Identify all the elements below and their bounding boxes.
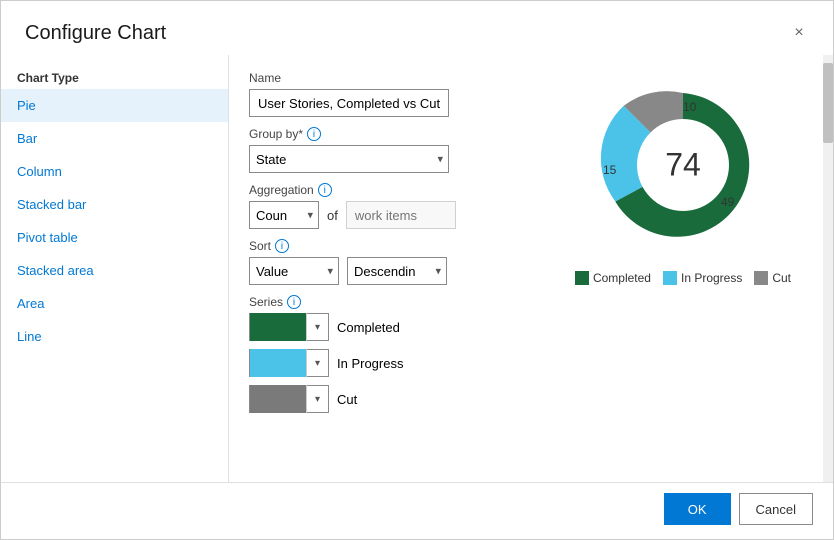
chart-preview: 10 15 49 74 Completed In Progress Cut	[543, 55, 823, 482]
chart-type-sidebar: Chart Type Pie Bar Column Stacked bar Pi…	[1, 55, 229, 482]
sort-row: Value Descendin	[249, 257, 523, 285]
sidebar-item-line[interactable]: Line	[1, 320, 228, 353]
name-section: Name	[249, 71, 523, 117]
completed-swatch-arrow[interactable]: ▾	[306, 313, 328, 341]
legend-completed: Completed	[575, 271, 651, 285]
donut-chart: 10 15 49 74	[593, 75, 773, 255]
in-progress-color-swatch	[250, 349, 306, 377]
sidebar-item-stacked-area[interactable]: Stacked area	[1, 254, 228, 287]
cut-swatch-arrow[interactable]: ▾	[306, 385, 328, 413]
aggregation-section: Aggregation i Coun of	[249, 183, 523, 229]
series-row-cut: ▾ Cut	[249, 385, 523, 413]
work-items-input[interactable]	[346, 201, 456, 229]
in-progress-series-label: In Progress	[337, 356, 403, 371]
group-by-select[interactable]: State	[249, 145, 449, 173]
aggregation-info-icon[interactable]: i	[318, 183, 332, 197]
dialog-footer: OK Cancel	[1, 482, 833, 539]
sort-value-select[interactable]: Value	[249, 257, 339, 285]
series-section: Series i ▾ Completed ▾	[249, 295, 523, 413]
sort-direction-select-wrapper: Descendin	[347, 257, 447, 285]
cut-swatch-dropdown[interactable]: ▾	[249, 385, 329, 413]
scrollbar-thumb[interactable]	[823, 63, 833, 143]
sidebar-item-pie[interactable]: Pie	[1, 89, 228, 122]
legend-in-progress: In Progress	[663, 271, 742, 285]
legend-swatch-in-progress	[663, 271, 677, 285]
group-by-section: Group by* i State	[249, 127, 523, 173]
legend-cut: Cut	[754, 271, 791, 285]
chart-legend: Completed In Progress Cut	[575, 271, 791, 285]
sidebar-item-pivot-table[interactable]: Pivot table	[1, 221, 228, 254]
name-label: Name	[249, 71, 523, 85]
dialog-header: Configure Chart ×	[1, 1, 833, 55]
aggregation-row: Coun of	[249, 201, 523, 229]
configure-chart-dialog: Configure Chart × Chart Type Pie Bar Col…	[0, 0, 834, 540]
legend-label-completed: Completed	[593, 271, 651, 285]
close-button[interactable]: ×	[785, 19, 813, 47]
in-progress-swatch-dropdown[interactable]: ▾	[249, 349, 329, 377]
sidebar-item-column[interactable]: Column	[1, 155, 228, 188]
cancel-button[interactable]: Cancel	[739, 493, 813, 525]
sort-section: Sort i Value Descendin	[249, 239, 523, 285]
sort-label: Sort i	[249, 239, 523, 253]
aggregation-select[interactable]: Coun	[249, 201, 319, 229]
dialog-body: Chart Type Pie Bar Column Stacked bar Pi…	[1, 55, 833, 482]
donut-center-value: 74	[665, 147, 701, 184]
ok-button[interactable]: OK	[664, 493, 731, 525]
sidebar-item-bar[interactable]: Bar	[1, 122, 228, 155]
completed-color-swatch	[250, 313, 306, 341]
series-info-icon[interactable]: i	[287, 295, 301, 309]
legend-swatch-cut	[754, 271, 768, 285]
cut-series-label: Cut	[337, 392, 357, 407]
sort-direction-select[interactable]: Descendin	[347, 257, 447, 285]
group-by-select-wrapper: State	[249, 145, 449, 173]
aggregation-select-wrapper: Coun	[249, 201, 319, 229]
label-completed: 49	[721, 195, 734, 209]
sort-value-select-wrapper: Value	[249, 257, 339, 285]
aggregation-label: Aggregation i	[249, 183, 523, 197]
of-text: of	[327, 208, 338, 223]
scrollbar-track[interactable]	[823, 55, 833, 482]
sort-info-icon[interactable]: i	[275, 239, 289, 253]
chart-type-label: Chart Type	[1, 65, 228, 89]
completed-swatch-dropdown[interactable]: ▾	[249, 313, 329, 341]
series-row-in-progress: ▾ In Progress	[249, 349, 523, 377]
legend-label-in-progress: In Progress	[681, 271, 742, 285]
dialog-title: Configure Chart	[25, 22, 166, 45]
legend-swatch-completed	[575, 271, 589, 285]
group-by-label: Group by* i	[249, 127, 523, 141]
label-cut: 10	[683, 100, 696, 114]
completed-series-label: Completed	[337, 320, 400, 335]
sidebar-item-area[interactable]: Area	[1, 287, 228, 320]
series-row-completed: ▾ Completed	[249, 313, 523, 341]
legend-label-cut: Cut	[772, 271, 791, 285]
in-progress-swatch-arrow[interactable]: ▾	[306, 349, 328, 377]
sidebar-item-stacked-bar[interactable]: Stacked bar	[1, 188, 228, 221]
series-label: Series i	[249, 295, 523, 309]
group-by-info-icon[interactable]: i	[307, 127, 321, 141]
form-content: Name Group by* i State Aggregation	[229, 55, 543, 482]
label-in-progress: 15	[603, 163, 616, 177]
cut-color-swatch	[250, 385, 306, 413]
name-input[interactable]	[249, 89, 449, 117]
